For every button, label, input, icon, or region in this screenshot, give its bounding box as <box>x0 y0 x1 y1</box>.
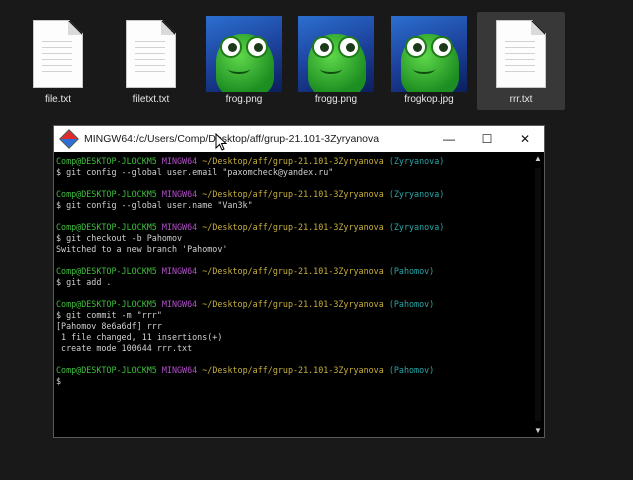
terminal-output[interactable]: Comp@DESKTOP-JLOCKM5 MINGW64 ~/Desktop/a… <box>54 152 532 437</box>
file-name: rrr.txt <box>509 94 533 105</box>
prompt-path: ~/Desktop/aff/grup-21.101-3Zyryanova <box>202 266 384 276</box>
prompt-system: MINGW64 <box>161 299 198 309</box>
command-output: 1 file changed, 11 insertions(+) <box>56 332 223 342</box>
window-title: MINGW64:/c/Users/Comp/Desktop/aff/grup-2… <box>84 133 380 145</box>
text-file-icon <box>26 16 90 92</box>
prompt-user-host: Comp@DESKTOP-JLOCKM5 <box>56 365 157 375</box>
prompt-user-host: Comp@DESKTOP-JLOCKM5 <box>56 156 157 166</box>
image-thumbnail <box>298 16 374 92</box>
command-line: $ git config --global user.name "Van3k" <box>56 200 253 210</box>
prompt-line: Comp@DESKTOP-JLOCKM5 MINGW64 ~/Desktop/a… <box>56 156 532 167</box>
prompt-system: MINGW64 <box>161 189 198 199</box>
prompt-line: Comp@DESKTOP-JLOCKM5 MINGW64 ~/Desktop/a… <box>56 365 532 376</box>
prompt-user-host: Comp@DESKTOP-JLOCKM5 <box>56 266 157 276</box>
file-icon-filetxt-txt[interactable]: filetxt.txt <box>107 12 195 110</box>
scrollbar[interactable]: ▲ ▼ <box>532 152 544 437</box>
prompt-user-host: Comp@DESKTOP-JLOCKM5 <box>56 189 157 199</box>
maximize-button[interactable]: ☐ <box>468 126 506 152</box>
text-file-icon <box>489 16 553 92</box>
prompt-line: Comp@DESKTOP-JLOCKM5 MINGW64 ~/Desktop/a… <box>56 299 532 310</box>
image-thumbnail <box>206 16 282 92</box>
prompt-system: MINGW64 <box>161 266 198 276</box>
prompt-path: ~/Desktop/aff/grup-21.101-3Zyryanova <box>202 222 384 232</box>
prompt-branch: (Zyryanova) <box>388 222 445 232</box>
command-output: create mode 100644 rrr.txt <box>56 343 193 353</box>
scroll-down-icon[interactable]: ▼ <box>534 426 542 435</box>
scroll-up-icon[interactable]: ▲ <box>534 154 542 163</box>
command-line: $ git commit -m "rrr" <box>56 310 162 320</box>
prompt-branch: (Pahomov) <box>388 299 435 309</box>
file-name: frogkop.jpg <box>404 94 454 105</box>
prompt-system: MINGW64 <box>161 222 198 232</box>
file-icon-frog-png[interactable]: frog.png <box>200 12 288 110</box>
prompt-path: ~/Desktop/aff/grup-21.101-3Zyryanova <box>202 299 384 309</box>
prompt-user-host: Comp@DESKTOP-JLOCKM5 <box>56 222 157 232</box>
file-icon-rrr-txt[interactable]: rrr.txt <box>477 12 565 110</box>
command-line: $ git add . <box>56 277 112 287</box>
command-line: $ git config --global user.email "paxomc… <box>56 167 334 177</box>
file-name: filetxt.txt <box>132 94 170 105</box>
file-icon-file-txt[interactable]: file.txt <box>14 12 102 110</box>
prompt-path: ~/Desktop/aff/grup-21.101-3Zyryanova <box>202 189 384 199</box>
file-icon-frogg-png[interactable]: frogg.png <box>292 12 380 110</box>
prompt-user-host: Comp@DESKTOP-JLOCKM5 <box>56 299 157 309</box>
terminal-window[interactable]: MINGW64:/c/Users/Comp/Desktop/aff/grup-2… <box>53 125 545 438</box>
git-bash-icon <box>59 129 79 149</box>
image-thumbnail <box>391 16 467 92</box>
prompt-branch: (Zyryanova) <box>388 156 445 166</box>
scroll-thumb[interactable] <box>535 168 541 421</box>
prompt-line: Comp@DESKTOP-JLOCKM5 MINGW64 ~/Desktop/a… <box>56 189 532 200</box>
close-button[interactable]: ✕ <box>506 126 544 152</box>
prompt-branch: (Pahomov) <box>388 266 435 276</box>
prompt-path: ~/Desktop/aff/grup-21.101-3Zyryanova <box>202 365 384 375</box>
title-bar[interactable]: MINGW64:/c/Users/Comp/Desktop/aff/grup-2… <box>54 126 544 152</box>
command-line: $ git checkout -b Pahomov <box>56 233 183 243</box>
command-output: Switched to a new branch 'Pahomov' <box>56 244 228 254</box>
prompt-system: MINGW64 <box>161 365 198 375</box>
prompt-path: ~/Desktop/aff/grup-21.101-3Zyryanova <box>202 156 384 166</box>
command-line: $ <box>56 376 67 386</box>
prompt-branch: (Pahomov) <box>388 365 435 375</box>
prompt-line: Comp@DESKTOP-JLOCKM5 MINGW64 ~/Desktop/a… <box>56 266 532 277</box>
minimize-button[interactable]: — <box>430 126 468 152</box>
prompt-branch: (Zyryanova) <box>388 189 445 199</box>
prompt-system: MINGW64 <box>161 156 198 166</box>
file-name: frog.png <box>225 94 263 105</box>
command-output: [Pahomov 8e6a6df] rrr <box>56 321 162 331</box>
file-name: frogg.png <box>314 94 358 105</box>
text-file-icon <box>119 16 183 92</box>
mouse-pointer-icon <box>215 133 227 151</box>
file-name: file.txt <box>44 94 72 105</box>
prompt-line: Comp@DESKTOP-JLOCKM5 MINGW64 ~/Desktop/a… <box>56 222 532 233</box>
file-icon-frogkop-jpg[interactable]: frogkop.jpg <box>385 12 473 110</box>
